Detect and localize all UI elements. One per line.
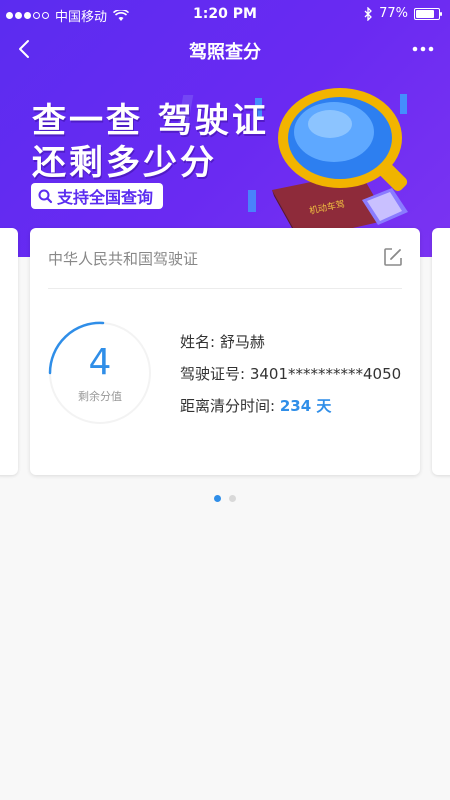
search-icon — [38, 189, 53, 204]
banner-headline-2: 还剩多少分 — [32, 143, 217, 183]
clear-time-row: 距离清分时间: 234 天 — [180, 395, 331, 416]
previous-card-peek[interactable] — [0, 228, 18, 475]
license-card: 中华人民共和国驾驶证 4 剩余分值 姓名: 舒马赫 驾驶证号: 3401****… — [30, 228, 420, 475]
license-number-label: 驾驶证号: — [180, 365, 246, 383]
name-value: 舒马赫 — [219, 333, 265, 351]
carousel-pager — [0, 495, 450, 502]
nationwide-query-badge: 支持全国查询 — [31, 183, 164, 209]
status-bar: 中国移动 1:20 PM 77% — [0, 0, 450, 30]
pager-dot-1[interactable] — [214, 495, 221, 502]
nationwide-query-label: 支持全国查询 — [57, 188, 154, 207]
remaining-score: 4 — [88, 342, 112, 383]
card-title: 中华人民共和国驾驶证 — [48, 250, 199, 268]
clear-time-value: 234 天 — [279, 397, 332, 415]
name-label: 姓名: — [180, 333, 216, 351]
battery-percent: 77% — [379, 6, 408, 21]
next-card-peek[interactable] — [432, 228, 450, 475]
edit-button[interactable] — [382, 246, 404, 268]
pager-dot-2[interactable] — [229, 495, 236, 502]
edit-icon — [384, 248, 402, 266]
more-button[interactable] — [408, 34, 438, 64]
license-number-row: 驾驶证号: 3401**********4050 — [180, 363, 401, 384]
card-divider — [48, 288, 402, 289]
more-icon — [412, 46, 434, 52]
bluetooth-icon — [364, 6, 373, 21]
name-row: 姓名: 舒马赫 — [180, 331, 265, 352]
remaining-score-label: 剩余分值 — [78, 390, 122, 403]
battery-icon — [414, 7, 442, 20]
license-number-value: 3401**********4050 — [249, 365, 402, 383]
page-title: 驾照查分 — [189, 42, 261, 63]
nav-bar: 驾照查分 — [0, 30, 450, 72]
clear-time-label: 距离清分时间: — [180, 397, 276, 415]
header-banner: 中国移动 1:20 PM 77% 驾照查分 查一查 驾驶证 还剩多少分 支持全国… — [0, 0, 450, 257]
